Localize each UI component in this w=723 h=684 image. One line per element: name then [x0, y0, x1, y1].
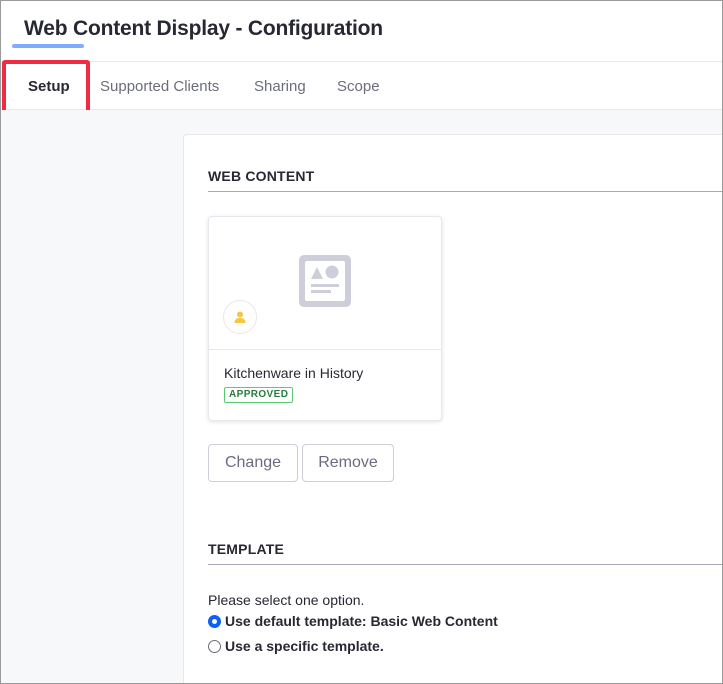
default-template-radio[interactable]	[208, 614, 221, 628]
default-template-label: Use default template: Basic Web Content	[225, 613, 498, 629]
status-badge: APPROVED	[224, 387, 294, 403]
tab-scope[interactable]: Scope	[337, 78, 380, 95]
tab-supported-clients[interactable]: Supported Clients	[100, 78, 219, 95]
section-divider	[208, 564, 722, 565]
specific-template-option[interactable]: Use a specific template.	[208, 638, 384, 654]
card-image-area	[209, 217, 441, 350]
setup-panel: WEB CONTENT Kitchenware in History APPRO…	[183, 134, 722, 683]
web-content-section-title: WEB CONTENT	[208, 168, 315, 184]
section-divider	[208, 191, 722, 192]
tab-bar: Setup Supported Clients Sharing Scope	[1, 62, 722, 110]
configuration-dialog: Web Content Display - Configuration Setu…	[0, 0, 723, 684]
specific-template-label: Use a specific template.	[225, 638, 384, 654]
card-title[interactable]: Kitchenware in History	[224, 365, 363, 381]
default-template-option[interactable]: Use default template: Basic Web Content	[208, 613, 498, 629]
page-title: Web Content Display - Configuration	[24, 17, 383, 40]
dialog-header: Web Content Display - Configuration	[1, 1, 722, 62]
avatar	[223, 300, 257, 334]
template-hint: Please select one option.	[208, 592, 365, 608]
change-button[interactable]: Change	[208, 444, 298, 482]
setup-tab-highlight	[2, 60, 90, 114]
remove-button[interactable]: Remove	[302, 444, 394, 482]
web-content-icon	[299, 255, 351, 307]
active-tab-indicator	[12, 44, 84, 48]
tab-sharing[interactable]: Sharing	[254, 78, 306, 95]
specific-template-radio[interactable]	[208, 639, 221, 653]
user-icon	[234, 311, 246, 323]
template-section-title: TEMPLATE	[208, 541, 285, 557]
web-content-card[interactable]: Kitchenware in History APPROVED	[208, 216, 442, 421]
